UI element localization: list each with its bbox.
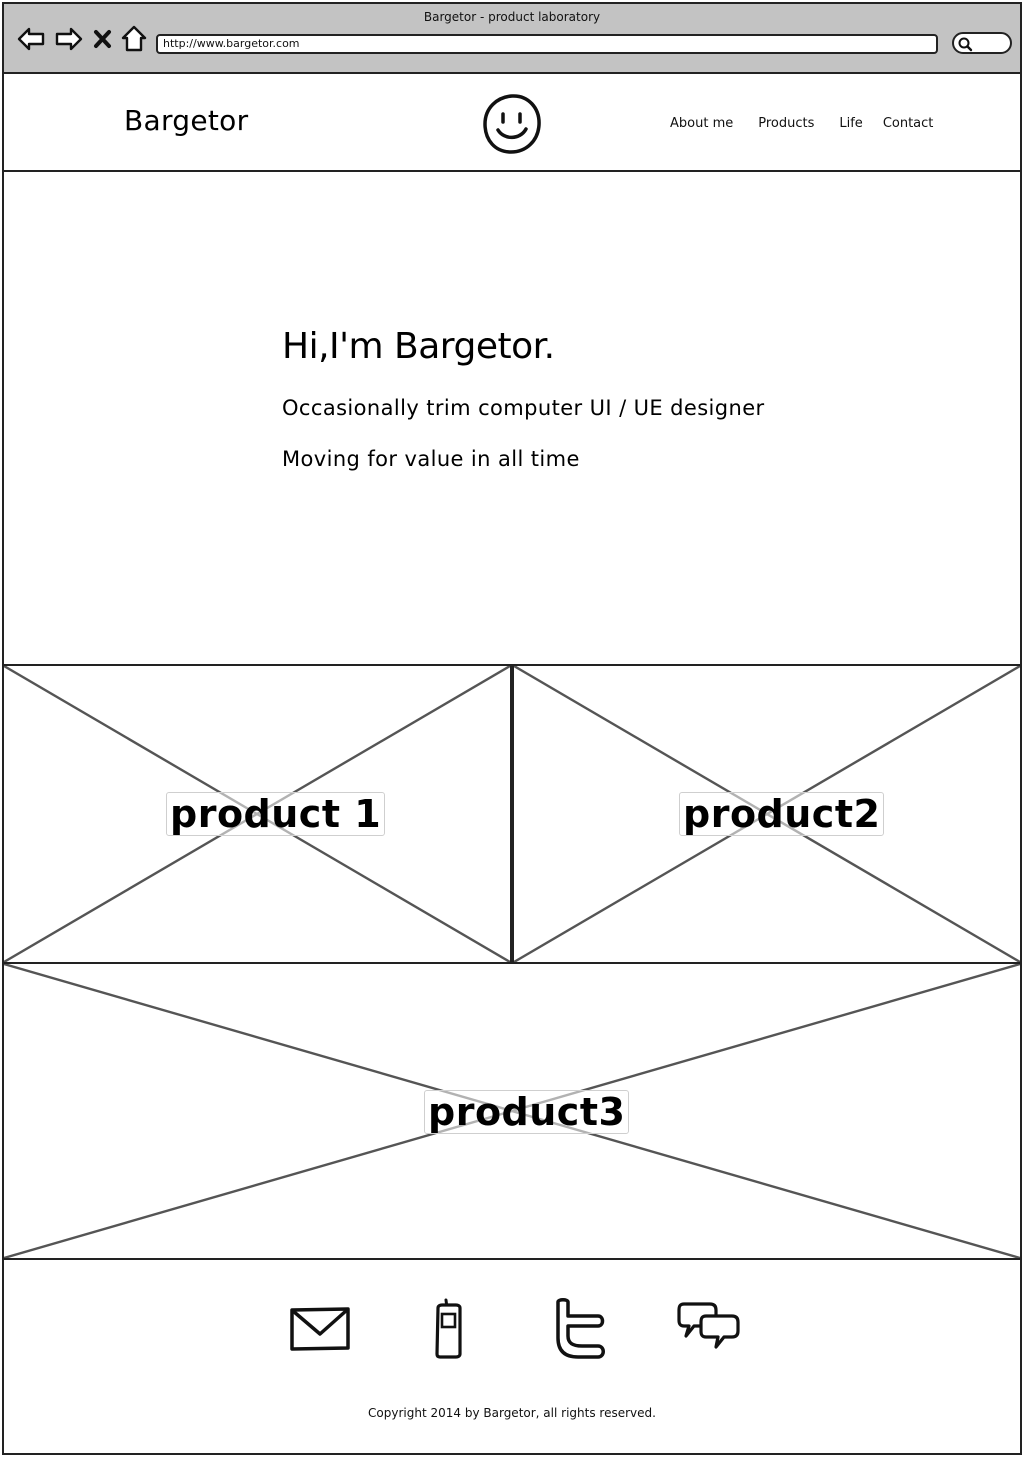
nav-products[interactable]: Products [758, 116, 814, 131]
home-icon[interactable] [120, 24, 150, 54]
product-2-label: product2 [679, 792, 885, 836]
hero-title: Hi,I'm Bargetor. [282, 326, 555, 367]
window-title: Bargetor - product laboratory [423, 10, 601, 24]
mail-icon[interactable] [288, 1296, 352, 1360]
product-1-label: product 1 [166, 792, 386, 836]
site-header: Bargetor About me Products Life Contact [4, 76, 1020, 172]
close-x-icon[interactable] [92, 24, 114, 54]
search-icon [958, 37, 973, 52]
site-footer: Copyright 2014 by Bargetor, all rights r… [4, 1260, 1020, 1453]
nav-about-me[interactable]: About me [670, 116, 733, 131]
smiley-face-icon[interactable] [480, 92, 544, 156]
copyright-text: Copyright 2014 by Bargetor, all rights r… [368, 1406, 656, 1420]
product-2-placeholder[interactable]: product2 [512, 666, 1020, 964]
browser-search-button[interactable] [952, 32, 1012, 54]
hero-section: Hi,I'm Bargetor. Occasionally trim compu… [4, 172, 1020, 666]
product-3-label: product3 [424, 1090, 630, 1134]
nav-contact[interactable]: Contact [883, 116, 934, 131]
chat-icon[interactable] [676, 1296, 742, 1356]
phone-icon[interactable] [424, 1296, 472, 1360]
nav-life[interactable]: Life [839, 116, 862, 131]
hero-subtitle: Occasionally trim computer UI / UE desig… [282, 396, 765, 420]
product-3-placeholder[interactable]: product3 [4, 962, 1020, 1260]
browser-toolbar: Bargetor - product laboratory http://www… [4, 4, 1020, 74]
address-bar[interactable]: http://www.bargetor.com [156, 34, 938, 54]
twitter-icon[interactable] [550, 1296, 610, 1362]
hero-tagline: Moving for value in all time [282, 447, 580, 471]
browser-window: Bargetor - product laboratory http://www… [2, 2, 1022, 1455]
forward-arrow-icon[interactable] [54, 24, 84, 54]
product-1-placeholder[interactable]: product 1 [4, 666, 512, 964]
brand-logo-text[interactable]: Bargetor [124, 104, 248, 137]
back-arrow-icon[interactable] [16, 24, 46, 54]
main-nav: About me Products Life Contact [670, 116, 933, 131]
